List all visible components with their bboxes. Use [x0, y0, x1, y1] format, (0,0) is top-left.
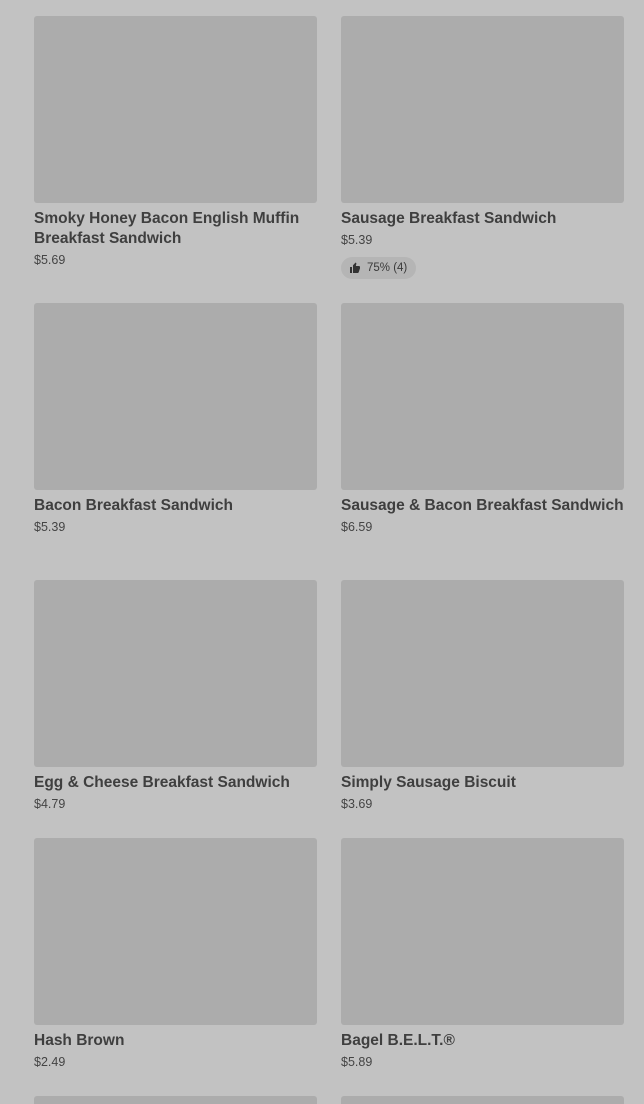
- product-price: $5.39: [34, 520, 66, 534]
- product-price: $5.39: [341, 233, 373, 247]
- product-price: $5.69: [34, 253, 66, 267]
- product-price: $6.59: [341, 520, 373, 534]
- product-card[interactable]: Hash Brown $2.49: [34, 838, 317, 1096]
- product-card[interactable]: Bacon Breakfast Sandwich $5.39: [34, 303, 317, 580]
- product-name[interactable]: Bacon Breakfast Sandwich: [34, 496, 317, 516]
- product-price: $2.49: [34, 1055, 66, 1069]
- product-row: Hash Brown $2.49 Bagel B.E.L.T.® $5.89: [34, 838, 624, 1096]
- product-name[interactable]: Egg & Cheese Breakfast Sandwich: [34, 773, 317, 793]
- product-card[interactable]: Smoky Honey Bacon English Muffin Breakfa…: [34, 16, 317, 303]
- product-row: Smoky Honey Bacon English Muffin Breakfa…: [34, 16, 624, 303]
- thumbs-up-icon: [350, 262, 360, 273]
- product-price: $5.89: [341, 1055, 373, 1069]
- product-image[interactable]: [34, 838, 317, 1025]
- product-image[interactable]: [341, 16, 624, 203]
- product-card[interactable]: Bagel B.E.L.T.® $5.89: [341, 838, 624, 1096]
- product-image[interactable]: [34, 16, 317, 203]
- product-row: Egg & Cheese Breakfast Sandwich $4.79 Si…: [34, 580, 624, 838]
- product-image[interactable]: [34, 1096, 317, 1104]
- product-name[interactable]: Simply Sausage Biscuit: [341, 773, 624, 793]
- product-card[interactable]: Simply Sausage Biscuit $3.69: [341, 580, 624, 838]
- product-card[interactable]: Sausage Breakfast Sandwich $5.39 75% (4): [341, 16, 624, 303]
- product-image[interactable]: [34, 580, 317, 767]
- product-name[interactable]: Bagel B.E.L.T.®: [341, 1031, 624, 1051]
- product-card[interactable]: [341, 1096, 624, 1104]
- product-row: [34, 1096, 624, 1104]
- product-image[interactable]: [341, 838, 624, 1025]
- product-name[interactable]: Sausage & Bacon Breakfast Sandwich: [341, 496, 624, 516]
- product-row: Bacon Breakfast Sandwich $5.39 Sausage &…: [34, 303, 624, 580]
- rating-text: 75% (4): [367, 262, 408, 274]
- product-card[interactable]: Sausage & Bacon Breakfast Sandwich $6.59: [341, 303, 624, 580]
- product-price: $4.79: [34, 797, 66, 811]
- product-name[interactable]: Hash Brown: [34, 1031, 317, 1051]
- product-price: $3.69: [341, 797, 373, 811]
- product-image[interactable]: [341, 580, 624, 767]
- rating-badge: 75% (4): [341, 257, 417, 279]
- product-name[interactable]: Sausage Breakfast Sandwich: [341, 209, 624, 229]
- product-grid: Smoky Honey Bacon English Muffin Breakfa…: [34, 16, 624, 1104]
- product-card[interactable]: Egg & Cheese Breakfast Sandwich $4.79: [34, 580, 317, 838]
- product-name[interactable]: Smoky Honey Bacon English Muffin Breakfa…: [34, 209, 317, 249]
- product-card[interactable]: [34, 1096, 317, 1104]
- product-image[interactable]: [341, 303, 624, 490]
- product-image[interactable]: [341, 1096, 624, 1104]
- product-image[interactable]: [34, 303, 317, 490]
